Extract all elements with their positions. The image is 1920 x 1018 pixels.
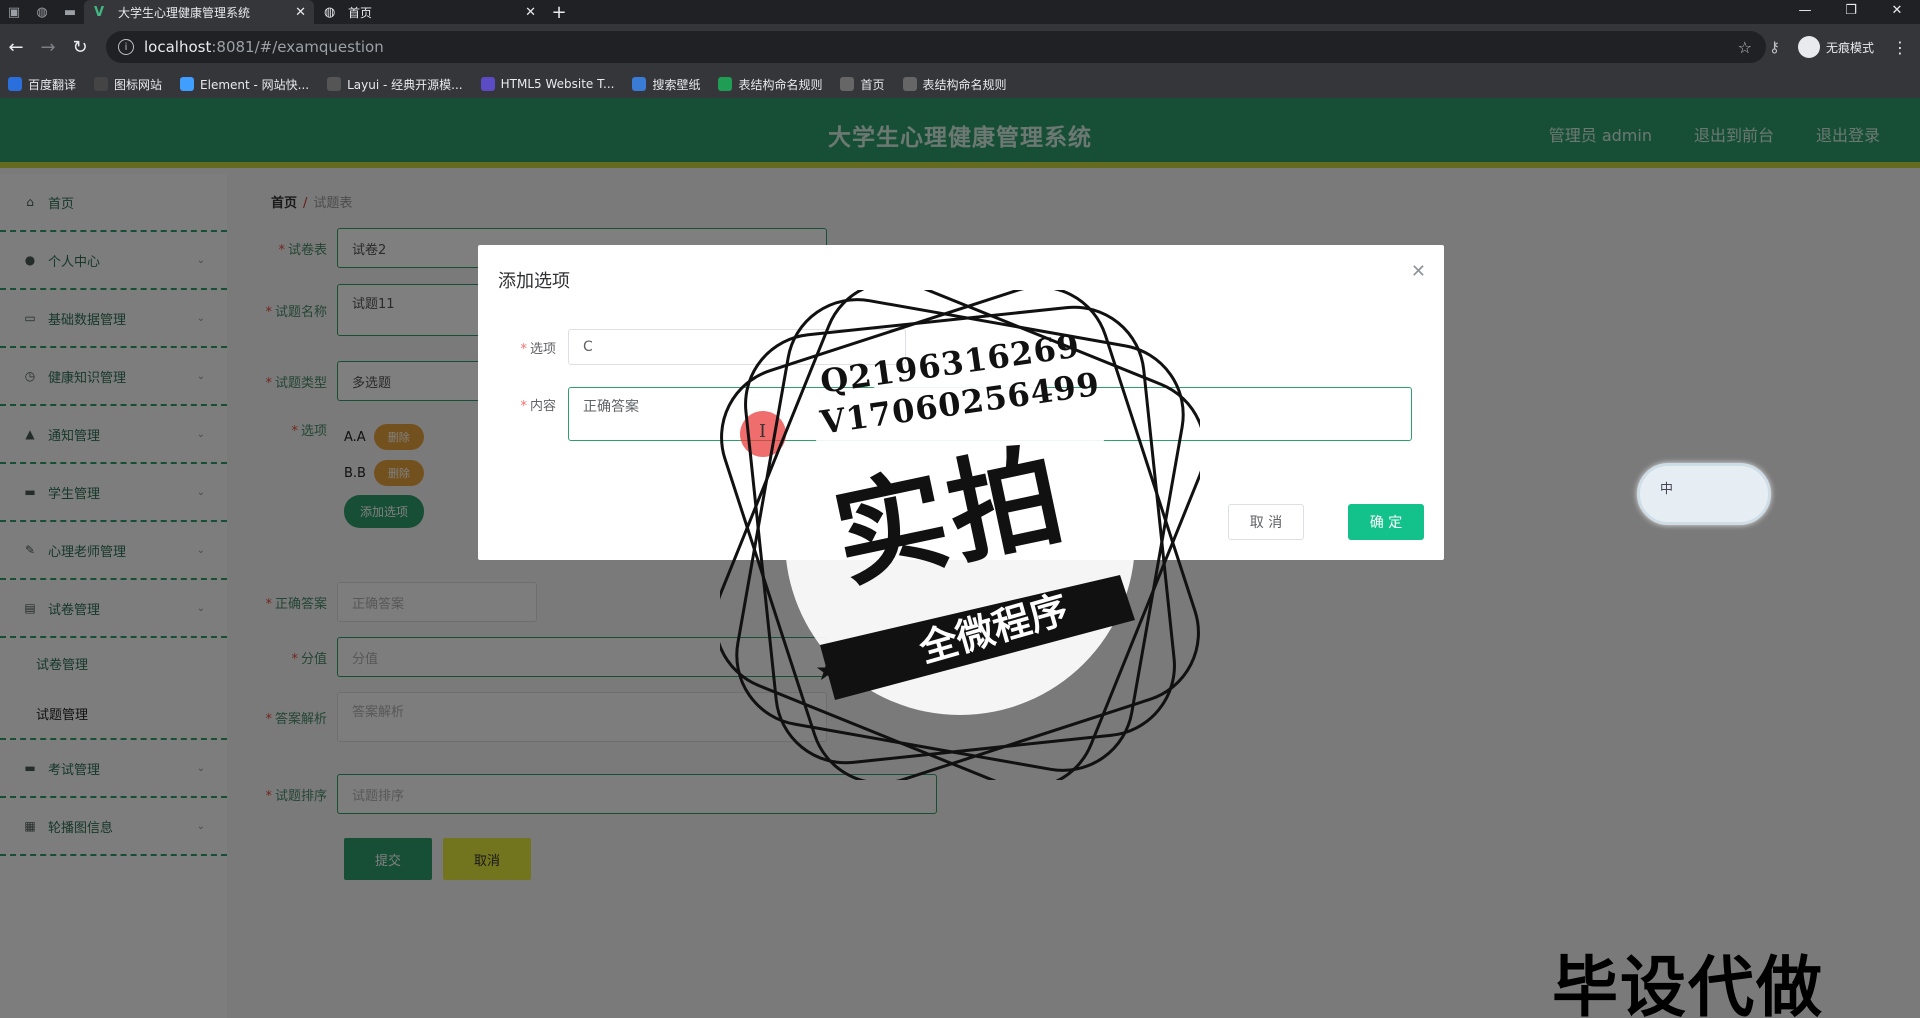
bookmark-item[interactable]: Layui - 经典开源模... [327, 76, 463, 93]
bookmark-item[interactable]: 搜索壁纸 [632, 76, 700, 93]
tab-home[interactable]: ◍ 首页 ✕ [314, 0, 544, 24]
bookmark-item[interactable]: Element - 网站快... [180, 76, 309, 93]
window-controls: — ❐ ✕ [1782, 0, 1920, 24]
incognito-label: 无痕模式 [1825, 40, 1874, 55]
url-host: localhost [144, 38, 212, 56]
bookmark-label: Layui - 经典开源模... [347, 77, 463, 92]
star-icon[interactable]: ☆ [1738, 38, 1752, 57]
tab-title: 大学生心理健康管理系统 [118, 5, 251, 20]
globe-icon: ◍ [324, 4, 336, 20]
reload-icon[interactable]: ↻ [64, 37, 96, 58]
bookmark-label: 表结构命名规则 [922, 77, 1007, 92]
tab-active[interactable]: V 大学生心理健康管理系统 ✕ [84, 0, 314, 24]
bookmark-label: Element - 网站快... [200, 77, 310, 92]
bookmark-item[interactable]: HTML5 Website T... [480, 77, 615, 91]
watermark-corner-caption: 毕设代做 [1552, 949, 1824, 1018]
ime-floating-widget[interactable]: 中 [1637, 463, 1771, 525]
bookmark-label: 百度翻译 [28, 77, 77, 92]
bookmark-label: 表结构命名规则 [738, 77, 823, 92]
address-bar-right: ⚷ 无痕模式 ⋮ [1769, 24, 1920, 70]
tab-close-icon[interactable]: ✕ [295, 5, 306, 20]
bookmark-favicon-icon [480, 77, 495, 91]
bookmark-favicon-icon [718, 77, 733, 91]
dialog-close-icon[interactable]: ✕ [1411, 261, 1426, 282]
tab-title: 首页 [348, 5, 373, 20]
svg-text:★: ★ [1105, 584, 1130, 617]
tab-close-icon[interactable]: ✕ [525, 5, 536, 20]
incognito-icon [1797, 36, 1820, 58]
bookmark-favicon-icon [8, 77, 22, 91]
close-icon[interactable]: ✕ [1874, 0, 1920, 24]
incognito-indicator[interactable]: 无痕模式 [1797, 36, 1874, 58]
bookmark-label: 首页 [860, 77, 885, 92]
window-icon[interactable]: ▬ [56, 0, 84, 24]
bookmark-label: HTML5 Website T... [500, 77, 615, 91]
info-icon[interactable]: i [118, 39, 134, 55]
dialog-title: 添加选项 [498, 271, 570, 292]
bookmark-favicon-icon [327, 77, 342, 91]
new-tab-icon[interactable]: + [544, 2, 574, 23]
url-field[interactable]: i localhost:8081/#/examquestion ☆ [106, 31, 1766, 63]
svg-text:★: ★ [815, 654, 840, 687]
bookmark-label: 图标网站 [114, 77, 163, 92]
bookmark-item[interactable]: 首页 [840, 76, 885, 93]
bookmark-item[interactable]: 表结构命名规则 [718, 76, 822, 93]
bilibili-icon[interactable]: ▣ [0, 0, 28, 24]
bookmark-item[interactable]: 百度翻译 [8, 76, 76, 93]
bookmark-favicon-icon [94, 77, 109, 91]
browser-tab-bar: ▣ ◍ ▬ V 大学生心理健康管理系统 ✕ ◍ 首页 ✕ + — ❐ ✕ [0, 0, 1920, 24]
minimize-icon[interactable]: — [1782, 0, 1828, 24]
dialog-cancel-button[interactable]: 取 消 [1228, 504, 1304, 540]
globe-icon[interactable]: ◍ [28, 0, 56, 24]
bookmarks-bar: 百度翻译 图标网站 Element - 网站快... Layui - 经典开源模...… [0, 70, 1920, 98]
bookmark-item[interactable]: 图标网站 [94, 76, 162, 93]
bookmark-favicon-icon [902, 77, 917, 91]
vue-logo-icon: V [94, 4, 105, 20]
address-bar: ← → ↻ i localhost:8081/#/examquestion ☆ … [0, 24, 1920, 70]
forward-icon[interactable]: → [32, 37, 64, 58]
bookmark-item[interactable]: 表结构命名规则 [902, 76, 1007, 93]
field-label: * 内容 [520, 399, 556, 414]
url-path: :8081/#/examquestion [211, 38, 384, 56]
key-icon[interactable]: ⚷ [1769, 38, 1780, 56]
bookmark-favicon-icon [632, 77, 647, 91]
ime-label: 中 [1660, 482, 1674, 497]
bookmark-favicon-icon [840, 77, 855, 91]
menu-icon[interactable]: ⋮ [1892, 38, 1908, 57]
dialog-confirm-button[interactable]: 确 定 [1348, 504, 1424, 540]
bookmark-favicon-icon [180, 77, 195, 91]
bookmark-label: 搜索壁纸 [652, 77, 701, 92]
restore-icon[interactable]: ❐ [1828, 0, 1874, 24]
back-icon[interactable]: ← [0, 37, 32, 58]
field-label: *选项 [520, 341, 556, 357]
